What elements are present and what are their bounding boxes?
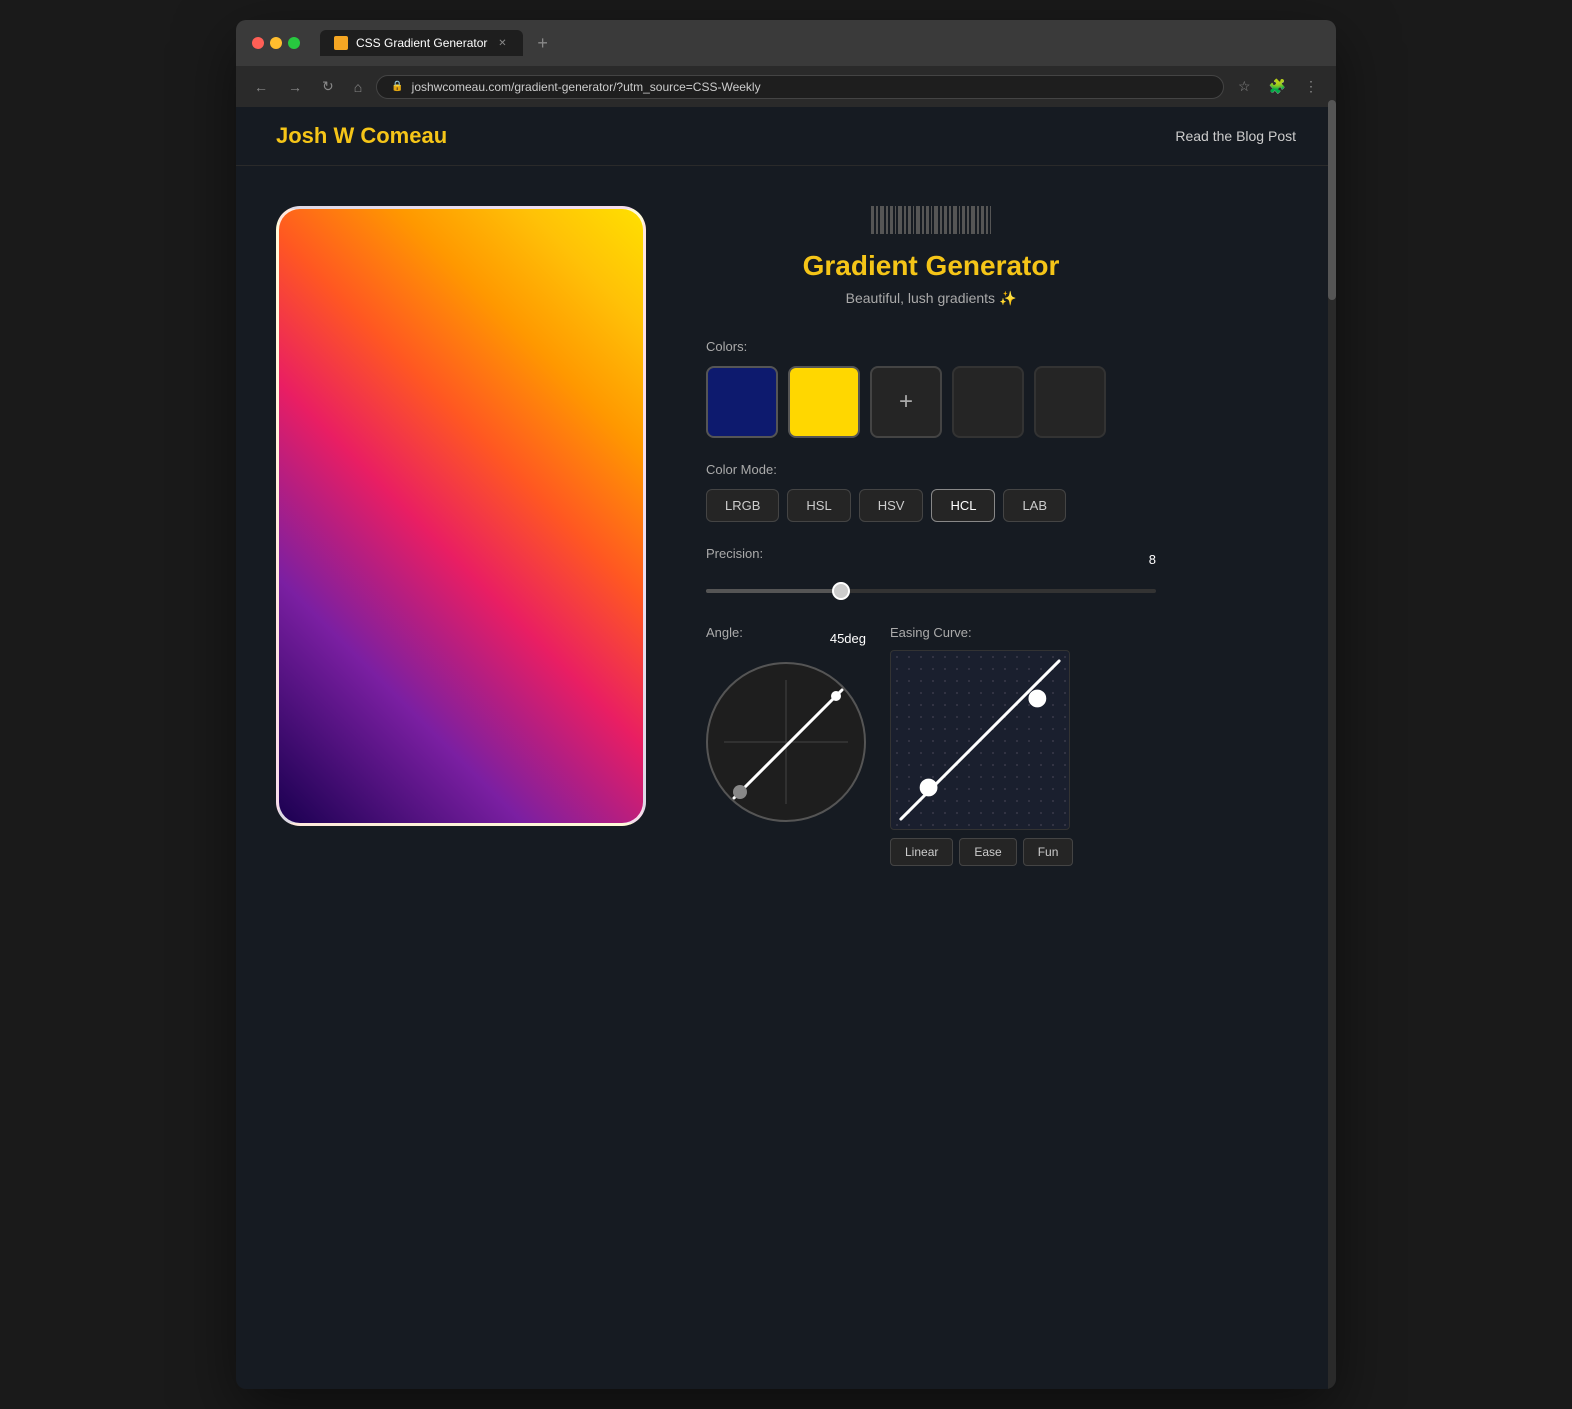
app-container: Josh W Comeau Read the Blog Post [236, 107, 1336, 1389]
gradient-preview [276, 206, 646, 826]
barcode-logo-area [706, 206, 1156, 234]
browser-titlebar: CSS Gradient Generator ✕ + [236, 20, 1336, 66]
browser-navbar: ← → ↻ ⌂ 🔒 joshwcomeau.com/gradient-gener… [236, 66, 1336, 107]
tab-css-gradient[interactable]: CSS Gradient Generator ✕ [320, 30, 523, 56]
url-text: joshwcomeau.com/gradient-generator/?utm_… [412, 80, 761, 94]
address-bar[interactable]: 🔒 joshwcomeau.com/gradient-generator/?ut… [376, 75, 1224, 99]
app-main: Gradient Generator Beautiful, lush gradi… [236, 166, 1336, 906]
easing-buttons: Linear Ease Fun [890, 838, 1156, 866]
mode-btn-lrgb[interactable]: LRGB [706, 489, 779, 522]
easing-label: Easing Curve: [890, 625, 1156, 640]
app-header: Josh W Comeau Read the Blog Post [236, 107, 1336, 166]
easing-section: Easing Curve: [890, 625, 1156, 866]
blog-post-link[interactable]: Read the Blog Post [1175, 128, 1296, 144]
minimize-window-button[interactable] [270, 37, 282, 49]
mode-btn-hcl[interactable]: HCL [931, 489, 995, 522]
angle-header: Angle: 45deg [706, 625, 866, 652]
easing-curve-svg [891, 651, 1069, 829]
browser-nav-actions: ☆ 🧩 ⋮ [1232, 74, 1324, 99]
maximize-window-button[interactable] [288, 37, 300, 49]
easing-curve-container: Linear Ease Fun [890, 650, 1156, 866]
angle-value: 45deg [830, 631, 866, 646]
angle-wheel-container [706, 662, 866, 822]
mode-btn-lab[interactable]: LAB [1003, 489, 1066, 522]
precision-label: Precision: [706, 546, 763, 561]
color-swatch-navy[interactable] [706, 366, 778, 438]
color-swatches: + [706, 366, 1156, 438]
mode-btn-hsl[interactable]: HSL [787, 489, 850, 522]
close-window-button[interactable] [252, 37, 264, 49]
scrollbar[interactable] [1328, 100, 1336, 1389]
scrollbar-thumb[interactable] [1328, 100, 1336, 300]
precision-slider-container [706, 581, 1156, 601]
easing-curve-box[interactable] [890, 650, 1070, 830]
color-mode-label: Color Mode: [706, 462, 1156, 477]
bookmark-button[interactable]: ☆ [1232, 74, 1257, 99]
barcode-svg [871, 206, 991, 234]
angle-label: Angle: [706, 625, 743, 640]
home-button[interactable]: ⌂ [348, 75, 368, 99]
colors-label: Colors: [706, 339, 1156, 354]
angle-wheel-svg [708, 664, 868, 824]
easing-btn-linear[interactable]: Linear [890, 838, 953, 866]
easing-btn-ease[interactable]: Ease [959, 838, 1016, 866]
barcode-icon [871, 206, 991, 234]
tab-close-button[interactable]: ✕ [495, 36, 509, 50]
precision-value: 8 [1149, 552, 1156, 567]
precision-slider-track [706, 589, 1156, 593]
tab-favicon [334, 36, 348, 50]
add-color-button[interactable]: + [870, 366, 942, 438]
lock-icon: 🔒 [391, 81, 403, 92]
color-swatch-yellow[interactable] [788, 366, 860, 438]
traffic-lights [252, 37, 300, 49]
mode-btn-hsv[interactable]: HSV [859, 489, 924, 522]
new-tab-button[interactable]: + [531, 31, 554, 56]
tab-bar: CSS Gradient Generator ✕ + [320, 30, 1188, 56]
forward-button[interactable]: → [282, 75, 308, 99]
menu-button[interactable]: ⋮ [1298, 74, 1324, 99]
refresh-button[interactable]: ↻ [316, 74, 340, 99]
controls-panel: Gradient Generator Beautiful, lush gradi… [706, 206, 1156, 866]
color-mode-buttons: LRGB HSL HSV HCL LAB [706, 489, 1156, 522]
site-logo: Josh W Comeau [276, 123, 447, 149]
extensions-button[interactable]: 🧩 [1263, 74, 1292, 99]
angle-section: Angle: 45deg [706, 625, 866, 822]
tab-title: CSS Gradient Generator [356, 36, 487, 50]
color-mode-section: Color Mode: LRGB HSL HSV HCL LAB [706, 462, 1156, 522]
precision-section: Precision: 8 [706, 546, 1156, 601]
precision-header: Precision: 8 [706, 546, 1156, 573]
color-slot-empty-2 [1034, 366, 1106, 438]
browser-window: CSS Gradient Generator ✕ + ← → ↻ ⌂ 🔒 jos… [236, 20, 1336, 1389]
panel-subtitle: Beautiful, lush gradients ✨ [706, 290, 1156, 307]
colors-section: Colors: + [706, 339, 1156, 438]
back-button[interactable]: ← [248, 75, 274, 99]
panel-title: Gradient Generator [706, 250, 1156, 282]
easing-btn-fun[interactable]: Fun [1023, 838, 1074, 866]
bottom-row: Angle: 45deg [706, 625, 1156, 866]
angle-wheel[interactable] [706, 662, 866, 822]
color-slot-empty-1 [952, 366, 1024, 438]
